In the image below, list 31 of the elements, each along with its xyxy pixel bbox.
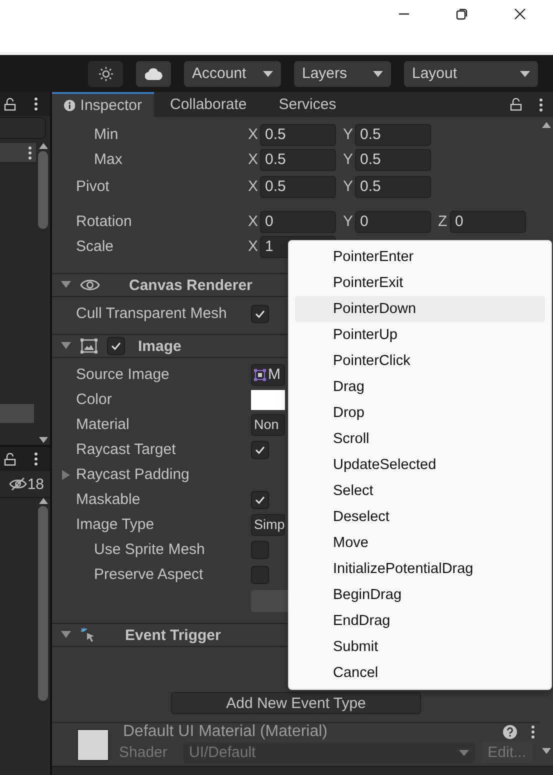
axis-label: Y — [343, 178, 353, 195]
axis-label: X — [248, 213, 258, 230]
property-label: Image Type — [76, 516, 156, 533]
property-label: Source Image — [76, 366, 170, 383]
property-label: Scale — [76, 238, 115, 255]
axis-label: Y — [343, 126, 353, 143]
property-label: Shader — [119, 744, 168, 761]
axis-label: Y — [343, 151, 353, 168]
axis-label: X — [248, 178, 258, 195]
hidden-count: 18 — [27, 476, 44, 492]
property-label: Min — [94, 126, 120, 143]
axis-label: X — [248, 238, 258, 255]
property-label: Maskable — [76, 491, 142, 508]
axis-label: Y — [343, 213, 353, 230]
property-label: Cull Transparent Mesh — [76, 305, 228, 322]
property-label: Max — [94, 151, 124, 168]
property-label: Pivot — [76, 178, 110, 195]
property-label: Material — [76, 416, 130, 433]
axis-label: X — [248, 126, 258, 143]
component-title: Event Trigger — [125, 626, 221, 644]
axis-label: X — [248, 151, 258, 168]
property-label: Rotation — [76, 213, 133, 230]
property-label: Color — [76, 391, 113, 408]
property-label: Raycast Target — [76, 441, 177, 458]
property-label: Raycast Padding — [76, 466, 190, 483]
property-label: Preserve Aspect — [94, 566, 204, 583]
material-name: Default UI Material (Material) — [123, 723, 328, 741]
property-label: Use Sprite Mesh — [94, 541, 206, 558]
component-title: Canvas Renderer — [129, 276, 252, 294]
component-title: Image — [138, 338, 182, 354]
axis-label: Z — [438, 213, 448, 230]
